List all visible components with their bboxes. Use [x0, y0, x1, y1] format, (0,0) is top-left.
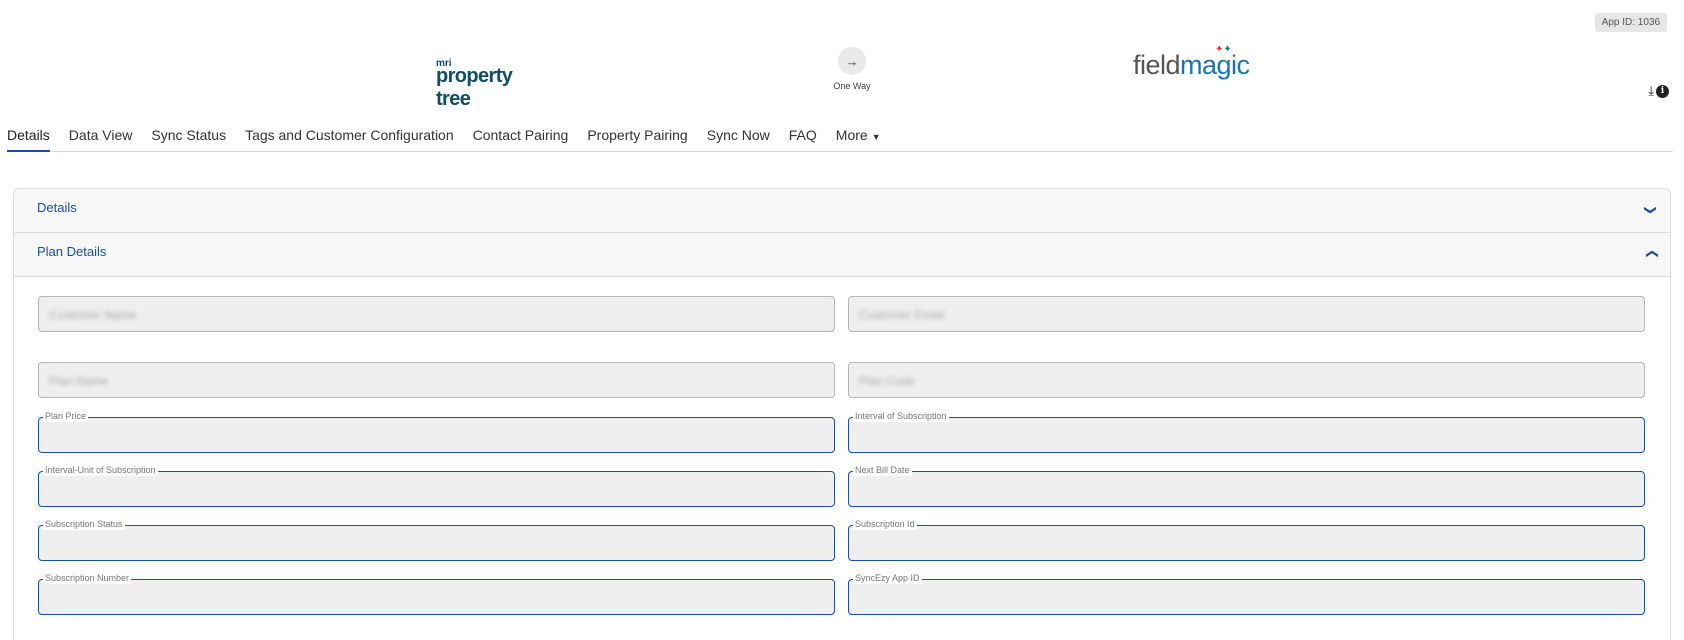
header: mri property tree → One Way fieldmagic ✦… [0, 40, 1684, 110]
tab-faq[interactable]: FAQ [789, 124, 817, 152]
details-accordion-header[interactable]: Details ❯ [14, 189, 1670, 233]
subscription-id-field[interactable]: Subscription Id [848, 518, 1645, 561]
tab-more[interactable]: More ▼ [836, 124, 881, 152]
plan-price-label: Plan Price [43, 410, 89, 422]
plan-code-field[interactable]: Plan Code [848, 362, 1645, 398]
property-tree-logo: mri property tree [436, 58, 546, 110]
details-accordion-title: Details [37, 200, 77, 215]
tab-bar: Details Data View Sync Status Tags and C… [7, 124, 1673, 152]
syncezy-app-id-label: SyncEzy App ID [853, 572, 922, 584]
plan-name-field[interactable]: Plan Name [38, 362, 835, 398]
syncezy-app-id-field[interactable]: SyncEzy App ID [848, 572, 1645, 615]
subscription-status-field[interactable]: Subscription Status [38, 518, 835, 561]
plan-code-placeholder: Plan Code [859, 374, 916, 388]
accordion-panel: Details ❯ Plan Details ❯ Customer Name C… [13, 188, 1671, 640]
interval-unit-of-subscription-field[interactable]: Interval-Unit of Subscription [38, 464, 835, 507]
subscription-id-label: Subscription Id [853, 518, 917, 530]
tab-sync-now[interactable]: Sync Now [707, 124, 770, 152]
customer-name-field[interactable]: Customer Name [38, 296, 835, 332]
fieldmagic-logo-part1: field [1133, 50, 1181, 80]
chevron-down-icon[interactable]: ❯ [1644, 205, 1658, 215]
interval-of-subscription-field[interactable]: Interval of Subscription [848, 410, 1645, 453]
tab-details[interactable]: Details [7, 124, 50, 152]
tab-tags-and-customer-configuration[interactable]: Tags and Customer Configuration [245, 124, 454, 152]
interval-of-subscription-label: Interval of Subscription [853, 410, 949, 422]
info-icon[interactable]: i [1656, 84, 1669, 98]
chevron-up-icon[interactable]: ❯ [1644, 249, 1658, 259]
plan-price-field[interactable]: Plan Price [38, 410, 835, 453]
next-bill-date-label: Next Bill Date [853, 464, 912, 476]
tab-data-view[interactable]: Data View [69, 124, 133, 152]
fieldmagic-logo: fieldmagic ✦✦ [1133, 44, 1263, 90]
subscription-status-label: Subscription Status [43, 518, 125, 530]
tab-more-label: More [835, 127, 868, 143]
next-bill-date-field[interactable]: Next Bill Date [848, 464, 1645, 507]
top-icons: ⤓ i [1648, 83, 1669, 99]
app-id-badge: App ID: 1036 [1594, 13, 1667, 32]
plan-details-accordion-header[interactable]: Plan Details ❯ [14, 233, 1670, 277]
customer-name-placeholder: Customer Name [49, 308, 137, 322]
sync-direction: → One Way [822, 47, 882, 91]
subscription-number-label: Subscription Number [43, 572, 132, 584]
sparkle-icon: ✦✦ [1215, 44, 1232, 55]
plan-details-accordion-title: Plan Details [37, 244, 107, 259]
subscription-number-field[interactable]: Subscription Number [38, 572, 835, 615]
plan-name-placeholder: Plan Name [49, 374, 109, 388]
interval-unit-of-subscription-label: Interval-Unit of Subscription [43, 464, 158, 476]
tab-sync-status[interactable]: Sync Status [151, 124, 226, 152]
sync-direction-label: One Way [833, 81, 871, 91]
download-icon[interactable]: ⤓ [1648, 83, 1654, 99]
tab-contact-pairing[interactable]: Contact Pairing [473, 124, 569, 152]
customer-email-placeholder: Customer Email [859, 308, 945, 322]
tab-property-pairing[interactable]: Property Pairing [587, 124, 687, 152]
customer-email-field[interactable]: Customer Email [848, 296, 1645, 332]
property-tree-logo-name: property tree [436, 65, 513, 110]
caret-down-icon: ▼ [871, 132, 881, 142]
arrow-right-icon[interactable]: → [838, 47, 866, 75]
